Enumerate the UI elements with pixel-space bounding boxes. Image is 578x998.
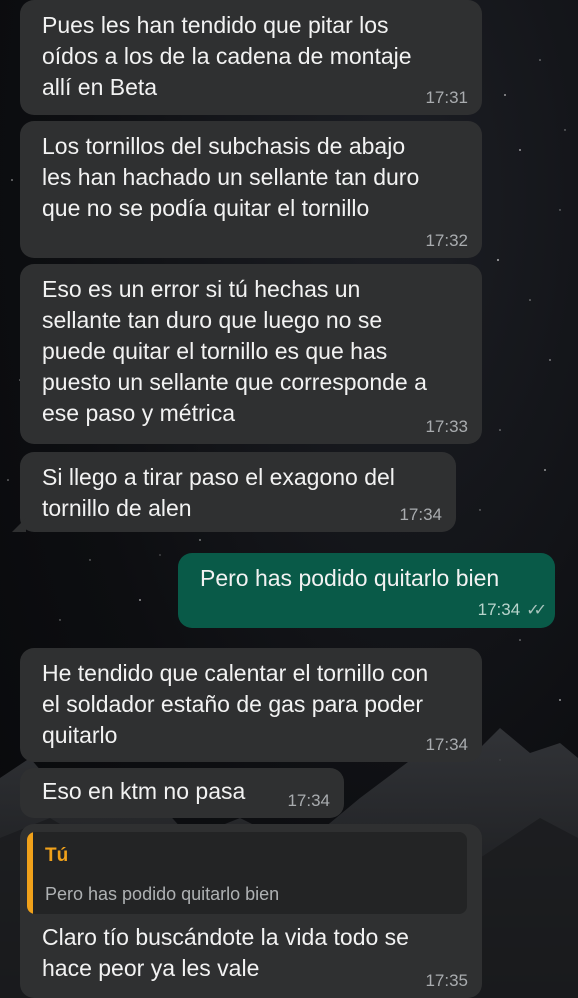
quoted-message[interactable]: Tú Pero has podido quitarlo bien: [27, 832, 467, 914]
message-bubble-incoming[interactable]: Eso en ktm no pasa 17:34: [20, 768, 344, 818]
message-text: Los tornillos del subchasis de abajo les…: [42, 133, 420, 221]
message-time: 17:34: [425, 735, 468, 754]
message-text: Pues les han tendido que pitar los oídos…: [42, 12, 412, 100]
message-time: 17:35: [425, 971, 468, 990]
message-time: 17:32: [425, 231, 468, 250]
message-time: 17:31: [425, 88, 468, 107]
message-time: 17:33: [425, 417, 468, 436]
message-text: Si llego a tirar paso el exagono del tor…: [42, 464, 395, 521]
message-bubble-outgoing[interactable]: Pero has podido quitarlo bien 17:34 ✓✓: [178, 553, 555, 628]
message-status: 17:34 ✓✓: [477, 600, 547, 621]
message-time: 17:34: [287, 791, 330, 810]
message-bubble-incoming[interactable]: Pues les han tendido que pitar los oídos…: [20, 0, 482, 115]
message-text: Eso es un error si tú hechas un sellante…: [42, 276, 427, 426]
message-time: 17:34: [399, 505, 442, 524]
double-check-read-icon: ✓✓: [526, 602, 547, 619]
message-bubble-incoming[interactable]: Los tornillos del subchasis de abajo les…: [20, 121, 482, 258]
message-bubble-incoming[interactable]: He tendido que calentar el tornillo con …: [20, 648, 482, 762]
message-text: Claro tío buscándote la vida todo se hac…: [42, 924, 409, 981]
message-text: He tendido que calentar el tornillo con …: [42, 660, 429, 748]
message-text: Pero has podido quitarlo bien: [200, 565, 500, 591]
message-bubble-incoming[interactable]: Eso es un error si tú hechas un sellante…: [20, 264, 482, 444]
message-time: 17:34: [477, 600, 521, 619]
quote-author: Tú: [45, 845, 69, 866]
message-bubble-incoming[interactable]: Si llego a tirar paso el exagono del tor…: [12, 452, 456, 532]
bubble-tail: [12, 518, 26, 532]
quote-text: Pero has podido quitarlo bien: [45, 884, 280, 904]
quote-accent-bar: [27, 832, 33, 914]
